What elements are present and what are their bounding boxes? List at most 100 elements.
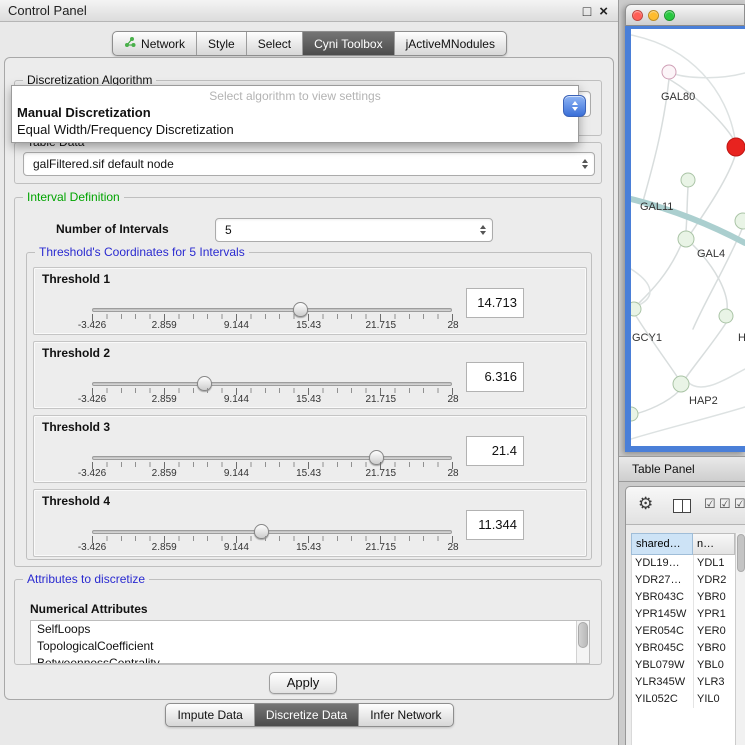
tab-label: Network [141,37,185,51]
column-header-shared-name[interactable]: shared… [631,533,693,555]
table-row[interactable]: YIL052CYIL0 [632,691,735,708]
network-node[interactable] [727,138,745,156]
tab-cyni-toolbox[interactable]: Cyni Toolbox [302,32,393,55]
num-intervals-select[interactable]: 5 [215,218,493,242]
table-body: YDL19…YDL1YDR27…YDR2YBR043CYBR0YPR145WYP… [631,555,735,745]
minimize-traffic-light[interactable] [648,10,659,21]
tab-select[interactable]: Select [246,32,302,55]
list-item[interactable]: BetweennessCentrality [31,655,589,664]
tick-label: 21.715 [366,320,397,331]
network-edge[interactable] [686,187,688,231]
table-row[interactable]: YBL079WYBL0 [632,657,735,674]
tab-jactivemnodules[interactable]: jActiveMNodules [394,32,506,55]
stepper-arrows-icon [480,225,486,235]
tick-label: -3.426 [78,394,106,405]
table-row[interactable]: YDR27…YDR2 [632,572,735,589]
tick-label: 2.859 [152,394,177,405]
tick-label: 28 [447,542,458,553]
network-edge[interactable] [669,79,734,140]
table-row[interactable]: YBR045CYBR0 [632,640,735,657]
zoom-traffic-light[interactable] [664,10,675,21]
table-data-select[interactable]: galFiltered.sif default node [23,152,595,176]
tab-infer-network[interactable]: Infer Network [358,704,452,726]
slider-track[interactable] [92,382,452,386]
dropdown-placeholder: Select algorithm to view settings [12,86,578,104]
column-view-icon[interactable] [673,499,691,513]
network-node[interactable] [631,302,641,316]
table-row[interactable]: YLR345WYLR3 [632,674,735,691]
dropdown-option-manual[interactable]: Manual Discretization [12,104,578,121]
table-row[interactable]: YER054CYER0 [632,623,735,640]
attributes-scrollbar[interactable] [576,621,589,663]
network-edge[interactable] [675,73,745,78]
threshold-4-panel: Threshold 4 -3.4262.8599.14415.4321.7152… [33,489,587,557]
tick-label: -3.426 [78,542,106,553]
cell-name: YDL1 [694,555,735,572]
column-header-name[interactable]: n… [693,533,735,555]
table-row[interactable]: YBR043CYBR0 [632,589,735,606]
tab-label: jActiveMNodules [406,37,495,51]
table-row[interactable]: YDL19…YDL1 [632,555,735,572]
network-edge[interactable] [687,369,745,387]
table-row[interactable]: YPR145WYPR1 [632,606,735,623]
gear-icon[interactable]: ⚙ [638,494,653,514]
dropdown-option-equal-width[interactable]: Equal Width/Frequency Discretization [12,121,578,138]
threshold-1-value[interactable]: 14.713 [466,288,524,318]
slider-track[interactable] [92,456,452,460]
cell-shared-name: YDL19… [632,555,694,572]
network-edge[interactable] [631,407,745,439]
threshold-2-value[interactable]: 6.316 [466,362,524,392]
network-edge[interactable] [636,316,678,378]
network-node[interactable] [719,309,733,323]
group-title: Attributes to discretize [23,572,149,586]
network-edge[interactable] [693,229,742,329]
table-scrollbar[interactable] [735,533,745,745]
network-node[interactable] [662,65,676,79]
network-canvas[interactable]: GAL80GAL11GAL4GCY1HHAP2 [631,29,745,446]
list-item[interactable]: TopologicalCoefficient [31,638,589,655]
tab-impute-data[interactable]: Impute Data [166,704,253,726]
tab-discretize-data[interactable]: Discretize Data [254,704,358,726]
tick-label: 15.43 [296,394,321,405]
checkbox-icon[interactable]: ☑ [719,496,731,512]
cell-shared-name: YBR043C [632,589,694,606]
tick-label: 28 [447,468,458,479]
slider-track[interactable] [92,530,452,534]
tab-style[interactable]: Style [196,32,246,55]
cell-name: YPR1 [694,606,735,623]
threshold-3-value[interactable]: 21.4 [466,436,524,466]
network-icon [124,36,136,51]
close-traffic-light[interactable] [632,10,643,21]
network-edge[interactable] [685,323,726,379]
threshold-label: Threshold 1 [42,272,110,286]
threshold-4-value[interactable]: 11.344 [466,510,524,540]
apply-button[interactable]: Apply [269,672,337,694]
cell-shared-name: YBR045C [632,640,694,657]
cell-name: YLR3 [694,674,735,691]
tick-label: 15.43 [296,320,321,331]
combo-button-icon[interactable] [563,95,586,117]
network-node[interactable] [631,407,638,421]
checkbox-icon[interactable]: ☑ [734,496,745,512]
network-edge[interactable] [631,35,735,139]
algorithm-dropdown-popup: Select algorithm to view settings Manual… [11,85,579,143]
slider-scale: -3.4262.8599.14415.4321.71528 [92,542,453,554]
interval-definition-group: Interval Definition Number of Intervals … [14,197,602,567]
network-node[interactable] [681,173,695,187]
close-icon[interactable]: × [599,3,608,20]
scrollbar-thumb[interactable] [578,622,588,648]
network-edge[interactable] [637,245,681,305]
network-node[interactable] [678,231,694,247]
network-edge[interactable] [635,391,679,414]
checkbox-icon[interactable]: ☑ [704,496,716,512]
tab-network[interactable]: Network [113,32,196,55]
threshold-label: Threshold 3 [42,420,110,434]
float-window-icon[interactable]: □ [583,3,591,19]
network-node[interactable] [735,213,745,229]
scrollbar-thumb[interactable] [737,534,745,572]
node-label: GAL11 [640,201,673,213]
slider-track[interactable] [92,308,452,312]
network-edge[interactable] [631,269,650,306]
list-item[interactable]: SelfLoops [31,621,589,638]
network-node[interactable] [673,376,689,392]
